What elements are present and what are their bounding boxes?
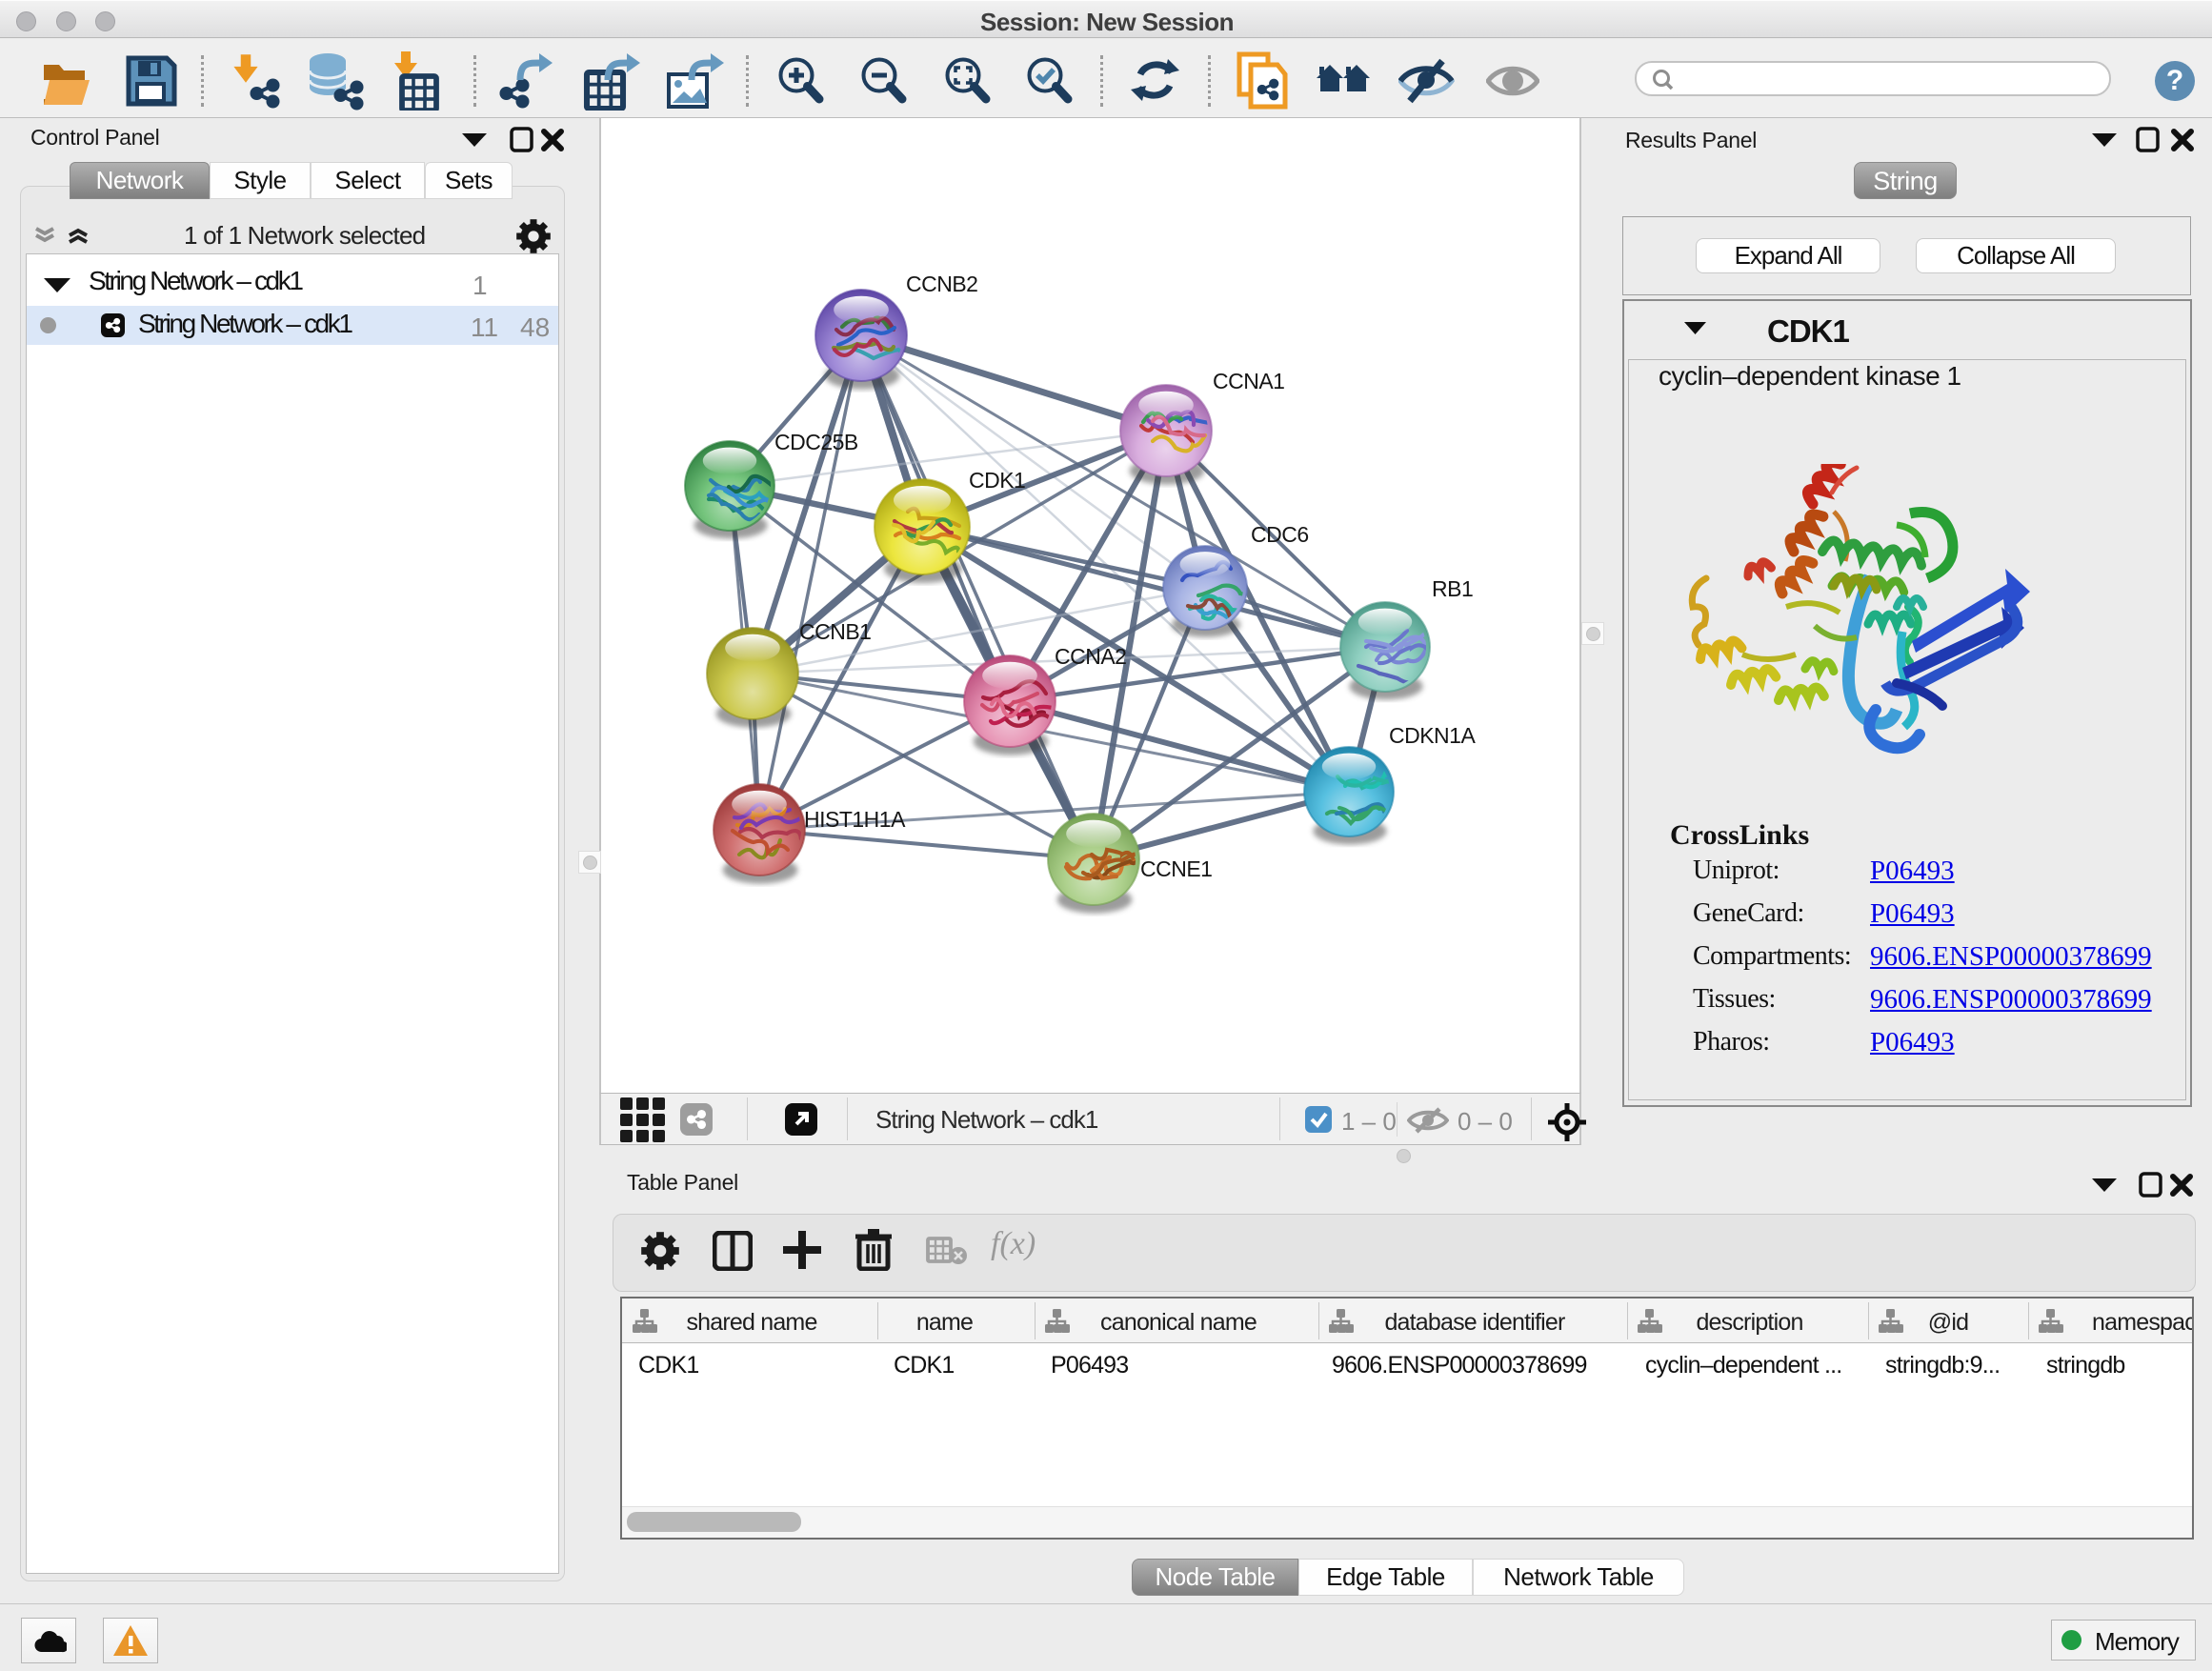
svg-text:RB1: RB1	[1432, 576, 1473, 601]
svg-text:CDC25B: CDC25B	[774, 430, 858, 454]
svg-text:CDKN1A: CDKN1A	[1389, 723, 1476, 748]
svg-text:HIST1H1A: HIST1H1A	[804, 807, 906, 832]
svg-text:CCNB2: CCNB2	[906, 272, 977, 296]
svg-text:CCNB1: CCNB1	[799, 619, 871, 644]
svg-text:CDC6: CDC6	[1251, 522, 1309, 547]
svg-text:CCNA1: CCNA1	[1213, 369, 1284, 393]
svg-text:CCNA2: CCNA2	[1055, 644, 1126, 669]
svg-text:CDK1: CDK1	[969, 468, 1025, 493]
svg-text:CCNE1: CCNE1	[1140, 856, 1212, 881]
